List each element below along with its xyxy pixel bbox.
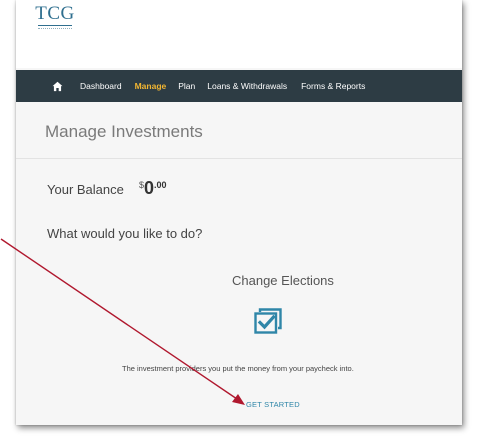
change-elections-description: The investment providers you put the mon… (122, 364, 354, 373)
action-question: What would you like to do? (47, 226, 203, 241)
screenshot-stage: TCG Dashboard Manage Plan Loans & Withdr… (0, 0, 478, 439)
tcg-logo[interactable]: TCG (33, 4, 77, 32)
nav-item-loans-withdrawals[interactable]: Loans & Withdrawals (207, 81, 287, 91)
site-header: TCG (16, 0, 462, 68)
page-title: Manage Investments (45, 122, 203, 141)
balance-label: Your Balance (47, 182, 124, 197)
balance-whole: 0 (144, 178, 155, 198)
get-started-link[interactable]: GET STARTED (246, 400, 300, 409)
nav-item-manage[interactable]: Manage (135, 81, 167, 91)
nav-item-forms-reports[interactable]: Forms & Reports (301, 81, 365, 91)
main-content: Manage Investments Your Balance $0.00 Wh… (16, 102, 462, 425)
home-icon[interactable] (50, 79, 64, 93)
logo-text: TCG (35, 3, 75, 24)
balance-cents: .00 (154, 180, 167, 190)
change-elections-title: Change Elections (232, 273, 334, 288)
balance-value: $0.00 (139, 178, 167, 199)
nav-item-plan[interactable]: Plan (178, 81, 195, 91)
browser-window: TCG Dashboard Manage Plan Loans & Withdr… (16, 0, 462, 425)
nav-item-dashboard[interactable]: Dashboard (80, 81, 122, 91)
logo-rule (38, 25, 72, 26)
balance-currency: $ (139, 180, 145, 190)
checklist-icon[interactable] (252, 307, 284, 335)
title-divider (16, 158, 462, 159)
logo-subline (38, 28, 72, 32)
main-nav: Dashboard Manage Plan Loans & Withdrawal… (16, 70, 462, 102)
